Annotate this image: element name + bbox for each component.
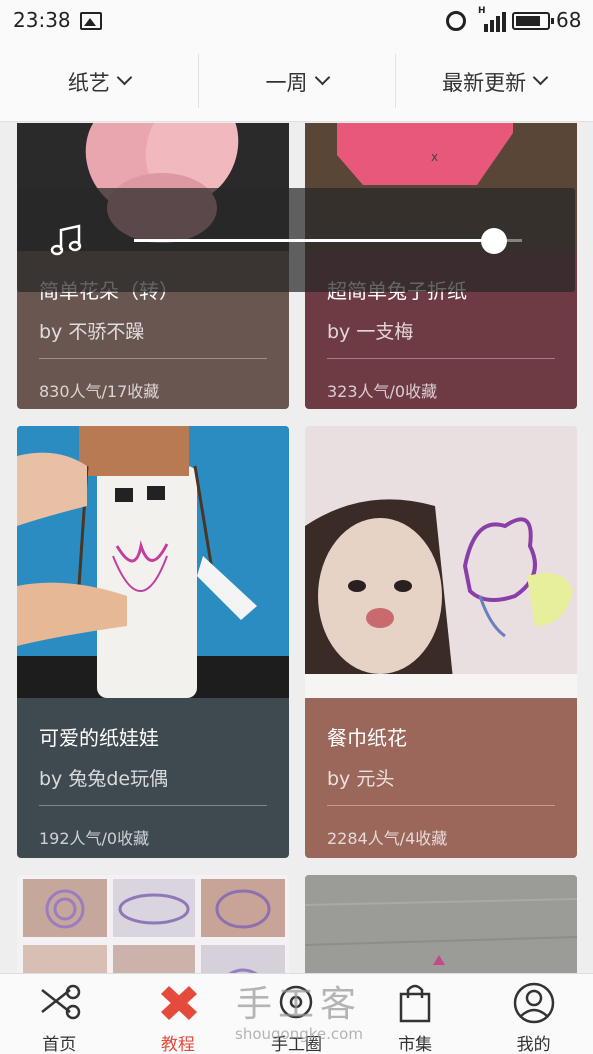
tutorial-card[interactable]: 可爱的纸娃娃 by 兔兔de玩偶 192人气/0收藏 — [17, 426, 289, 858]
card-stats: 2284人气/4收藏 — [327, 829, 448, 848]
image-notification-icon — [80, 12, 102, 30]
card-author: by 元头 — [327, 768, 395, 790]
battery-icon — [512, 12, 554, 30]
svg-text:x: x — [431, 150, 438, 164]
volume-slider-track[interactable] — [134, 239, 502, 242]
card-divider — [327, 358, 555, 359]
quilling-steps-photo — [17, 875, 289, 973]
tutorial-card[interactable]: 餐巾纸花 by 元头 2284人气/4收藏 — [305, 426, 577, 858]
shopping-bag-icon — [399, 984, 431, 1023]
tutorial-card[interactable] — [17, 875, 289, 973]
card-divider — [39, 805, 267, 806]
card-divider — [327, 805, 555, 806]
music-note-icon — [50, 224, 82, 256]
card-divider — [39, 358, 267, 359]
card-photo — [305, 426, 577, 698]
card-photo — [305, 875, 577, 973]
filter-category[interactable]: 纸艺 — [0, 42, 198, 121]
battery-level: 68 — [556, 8, 582, 32]
card-stats: 830人气/17收藏 — [39, 382, 160, 401]
status-time: 23:38 — [13, 8, 71, 32]
tab-profile[interactable]: 我的 — [474, 974, 593, 1054]
signal-type-label: H — [478, 6, 486, 16]
volume-slider-thumb[interactable] — [481, 228, 507, 254]
card-stats: 323人气/0收藏 — [327, 382, 438, 401]
alarm-icon — [446, 11, 466, 31]
filter-period-label: 一周 — [265, 70, 308, 95]
card-title: 餐巾纸花 — [327, 726, 407, 750]
card-author: by 兔兔de玩偶 — [39, 768, 169, 790]
card-author: by 一支梅 — [327, 321, 414, 343]
profile-icon — [513, 982, 554, 1024]
card-title: 可爱的纸娃娃 — [39, 726, 159, 750]
filter-sort[interactable]: 最新更新 — [395, 42, 593, 121]
chevron-down-icon — [314, 69, 330, 86]
card-stats: 192人气/0收藏 — [39, 829, 150, 848]
tab-profile-label: 我的 — [516, 1035, 551, 1054]
filter-category-label: 纸艺 — [67, 70, 110, 95]
scissors-icon — [41, 984, 81, 1020]
paper-doll-photo — [17, 426, 289, 698]
filter-period[interactable]: 一周 — [197, 42, 396, 121]
card-info: 可爱的纸娃娃 by 兔兔de玩偶 192人气/0收藏 — [17, 698, 289, 858]
tutorial-card[interactable] — [305, 875, 577, 973]
tab-home[interactable]: 首页 — [0, 974, 119, 1054]
napkin-flower-photo — [305, 426, 577, 698]
watermark: 手工客 shougongke.com — [224, 975, 374, 1043]
tab-home-label: 首页 — [42, 1035, 77, 1054]
chevron-down-icon — [532, 69, 549, 86]
filter-sort-label: 最新更新 — [442, 70, 527, 95]
tab-tutorials-label: 教程 — [160, 1035, 195, 1054]
filter-bar: 纸艺 一周 最新更新 — [0, 42, 593, 122]
signal-icon: H — [478, 6, 506, 32]
wood-texture-photo — [305, 875, 577, 973]
music-player-overlay — [17, 188, 575, 292]
status-bar: 23:38 H 68 — [0, 0, 593, 42]
tutorial-icon — [160, 986, 197, 1020]
card-photo — [17, 426, 289, 698]
chevron-down-icon — [116, 69, 133, 86]
card-author: by 不骄不躁 — [39, 321, 145, 343]
card-info: 餐巾纸花 by 元头 2284人气/4收藏 — [305, 698, 577, 858]
card-photo — [17, 875, 289, 973]
tab-tutorials[interactable]: 教程 — [119, 974, 238, 1054]
watermark-url: shougongke.com — [235, 1025, 363, 1043]
watermark-name: 手工客 — [235, 984, 362, 1025]
